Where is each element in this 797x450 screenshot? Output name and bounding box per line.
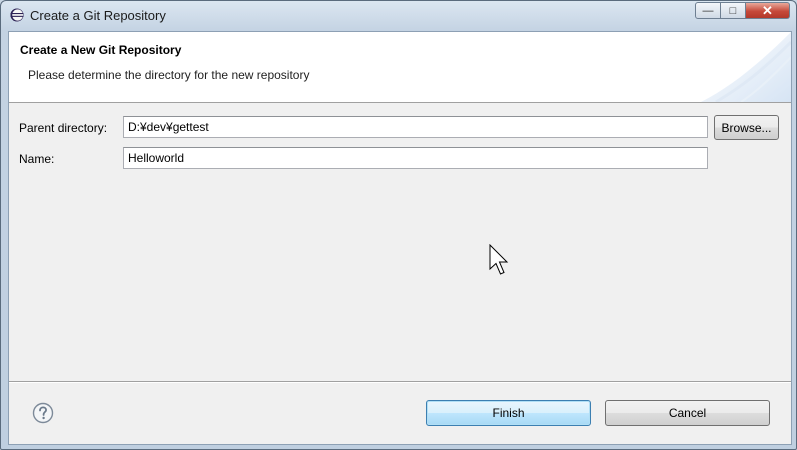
page-title: Create a New Git Repository xyxy=(20,43,182,57)
maximize-button[interactable]: □ xyxy=(721,2,746,19)
maximize-icon: □ xyxy=(729,4,737,17)
browse-button-label: Browse... xyxy=(721,120,772,135)
footer-separator xyxy=(9,381,791,383)
window-title: Create a Git Repository xyxy=(30,8,166,23)
mouse-pointer-icon xyxy=(489,244,509,275)
parent-directory-label: Parent directory: xyxy=(19,121,108,135)
header-banner-graphic xyxy=(701,32,791,102)
finish-button[interactable]: Finish xyxy=(426,400,591,426)
browse-button[interactable]: Browse... xyxy=(714,115,779,140)
window-controls: — □ ✕ xyxy=(695,2,790,19)
parent-directory-input[interactable] xyxy=(123,116,708,138)
close-icon: ✕ xyxy=(762,2,773,18)
title-bar[interactable]: Create a Git Repository — □ ✕ xyxy=(1,1,796,29)
wizard-header: Create a New Git Repository Please deter… xyxy=(9,32,791,103)
minimize-icon: — xyxy=(702,4,714,17)
help-icon[interactable] xyxy=(32,402,54,424)
name-input[interactable] xyxy=(123,147,708,169)
dialog-window: Create a Git Repository — □ ✕ Create a N… xyxy=(0,0,797,450)
cancel-button-label: Cancel xyxy=(668,406,707,420)
dialog-body: Create a New Git Repository Please deter… xyxy=(8,31,792,445)
minimize-button[interactable]: — xyxy=(695,2,721,19)
finish-button-label: Finish xyxy=(492,406,525,420)
name-label: Name: xyxy=(19,152,55,166)
cancel-button[interactable]: Cancel xyxy=(605,400,770,426)
eclipse-app-icon xyxy=(10,8,24,22)
close-button[interactable]: ✕ xyxy=(746,2,790,19)
page-description: Please determine the directory for the n… xyxy=(28,68,310,82)
